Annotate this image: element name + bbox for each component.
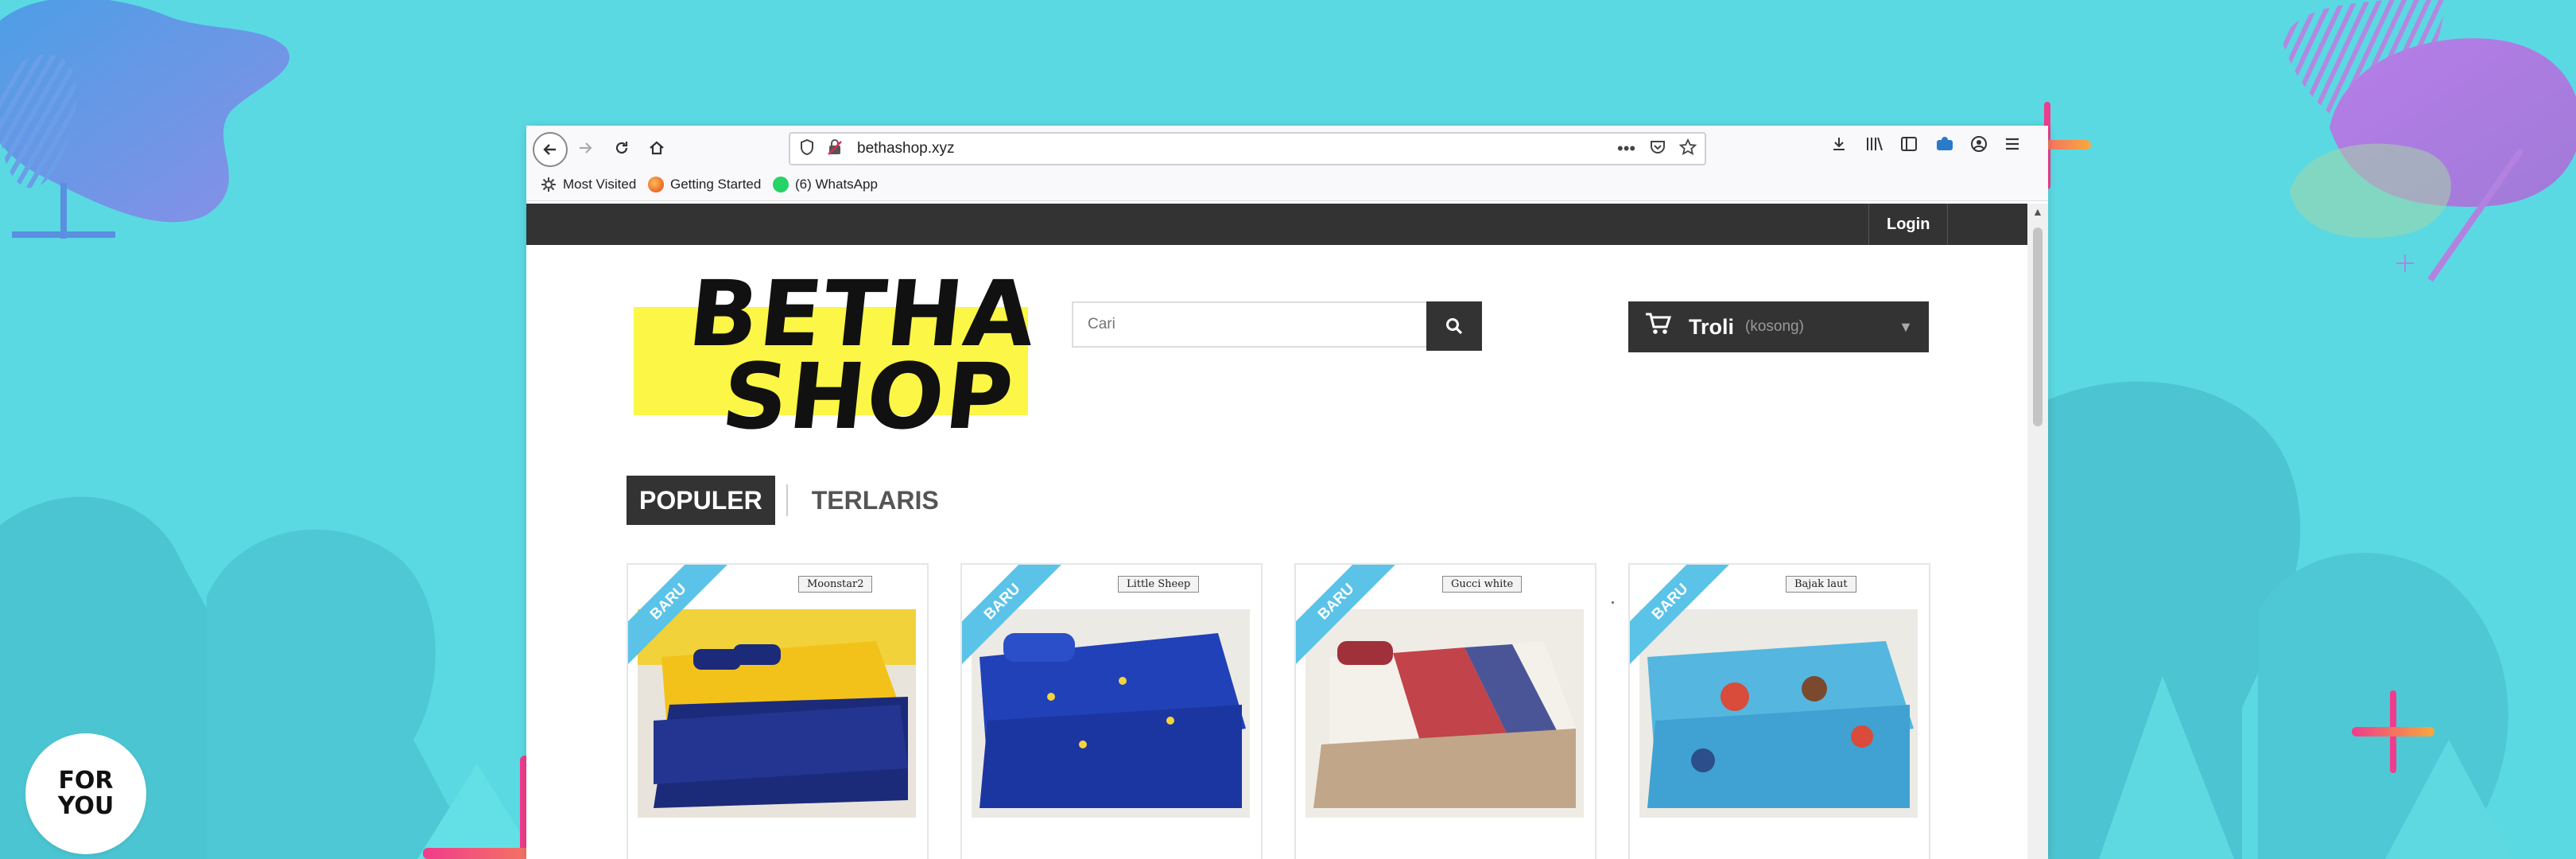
caret-down-icon: ▼ (1899, 319, 1913, 335)
cart-status: (kosong) (1745, 318, 1804, 335)
gear-icon (541, 177, 556, 192)
forward-button[interactable] (571, 134, 599, 162)
browser-toolbar: bethashop.xyz ••• (526, 126, 2048, 170)
whatsapp-icon (773, 177, 789, 192)
scrollbar-thumb[interactable] (2033, 227, 2043, 426)
cart-label: Troli (1689, 314, 1735, 339)
sidebar-icon[interactable] (1900, 135, 1918, 157)
decorative-plus-bottom-right (2352, 690, 2434, 773)
page-scrollbar[interactable]: ▲ (2027, 204, 2048, 859)
product-name-tag: Little Sheep (1118, 576, 1200, 593)
address-bar[interactable]: bethashop.xyz ••• (789, 132, 1706, 165)
for-you-line2: YOU (57, 792, 114, 820)
shield-icon[interactable] (800, 138, 814, 161)
url-text[interactable]: bethashop.xyz (857, 140, 955, 157)
decorative-waves-right (2035, 381, 2512, 859)
product-name-tag: Bajak laut (1786, 576, 1856, 593)
more-actions-icon[interactable]: ••• (1617, 138, 1635, 159)
bookmark-label: Getting Started (670, 177, 762, 192)
tab-populer[interactable]: POPULER (627, 476, 775, 525)
product-name-tag: Gucci white (1442, 576, 1523, 593)
reload-button[interactable] (607, 134, 636, 162)
firefox-icon (648, 177, 664, 192)
bookmark-whatsapp[interactable]: (6) WhatsApp (773, 177, 878, 192)
arrow-right-icon (580, 142, 592, 154)
tab-divider (786, 484, 788, 516)
product-tabs: POPULER TERLARIS (627, 476, 952, 525)
shop-logo[interactable]: BETHA SHOP (634, 261, 1042, 449)
product-card[interactable]: Bajak laut BARU (1628, 563, 1930, 859)
page-content: Login BETHA SHOP Troli (kosong) ▼ POPULE… (526, 204, 2027, 859)
insecure-lock-icon[interactable] (827, 138, 843, 161)
home-button[interactable] (642, 134, 671, 162)
product-grid: Moonstar2 BARU Little Sheep BARU Gucci w… (627, 563, 1938, 859)
download-icon[interactable] (1830, 135, 1848, 157)
for-you-line1: FOR (58, 767, 114, 795)
decorative-blob-top-left (0, 0, 289, 239)
scroll-up-icon[interactable]: ▲ (2032, 205, 2043, 218)
product-name-tag: Moonstar2 (798, 576, 873, 593)
bookmark-getting-started[interactable]: Getting Started (648, 177, 761, 192)
product-card[interactable]: Moonstar2 BARU (627, 563, 929, 859)
decorative-blob-top-right (2282, 0, 2576, 282)
for-you-badge: FOR YOU (25, 733, 146, 854)
logo-line2: SHOP (717, 344, 1020, 449)
menu-icon[interactable] (2004, 135, 2021, 157)
tab-terlaris[interactable]: TERLARIS (799, 476, 952, 525)
product-image[interactable] (1305, 609, 1584, 818)
home-icon (650, 141, 664, 155)
browser-window: bethashop.xyz ••• Most Visited Getting S… (526, 126, 2048, 859)
bookmark-label: Most Visited (563, 177, 637, 192)
login-link[interactable]: Login (1868, 204, 1949, 245)
bookmark-label: (6) WhatsApp (795, 177, 878, 192)
product-card[interactable]: Gucci white BARU (1294, 563, 1596, 859)
search-icon (1446, 318, 1463, 335)
product-image[interactable] (1639, 609, 1918, 818)
shopping-cart-icon (1644, 312, 1672, 342)
arrow-left-icon (543, 144, 556, 155)
pocket-icon[interactable] (1649, 138, 1666, 161)
cart-dropdown[interactable]: Troli (kosong) ▼ (1628, 301, 1929, 352)
back-button[interactable] (533, 132, 568, 167)
reload-icon (615, 142, 628, 154)
product-image[interactable] (972, 609, 1250, 818)
bookmark-most-visited[interactable]: Most Visited (541, 177, 636, 192)
account-icon[interactable] (1970, 135, 1988, 157)
search-input[interactable] (1072, 301, 1426, 348)
site-topbar: Login (526, 204, 2027, 245)
bookmark-star-icon[interactable] (1678, 138, 1697, 161)
library-icon[interactable] (1865, 135, 1884, 157)
search-form (1072, 301, 1485, 351)
search-button[interactable] (1426, 301, 1482, 351)
bookmarks-toolbar: Most Visited Getting Started (6) WhatsAp… (526, 170, 2048, 201)
product-image[interactable] (638, 609, 916, 818)
extension-icon[interactable] (1935, 135, 1954, 157)
product-card[interactable]: Little Sheep BARU (960, 563, 1263, 859)
